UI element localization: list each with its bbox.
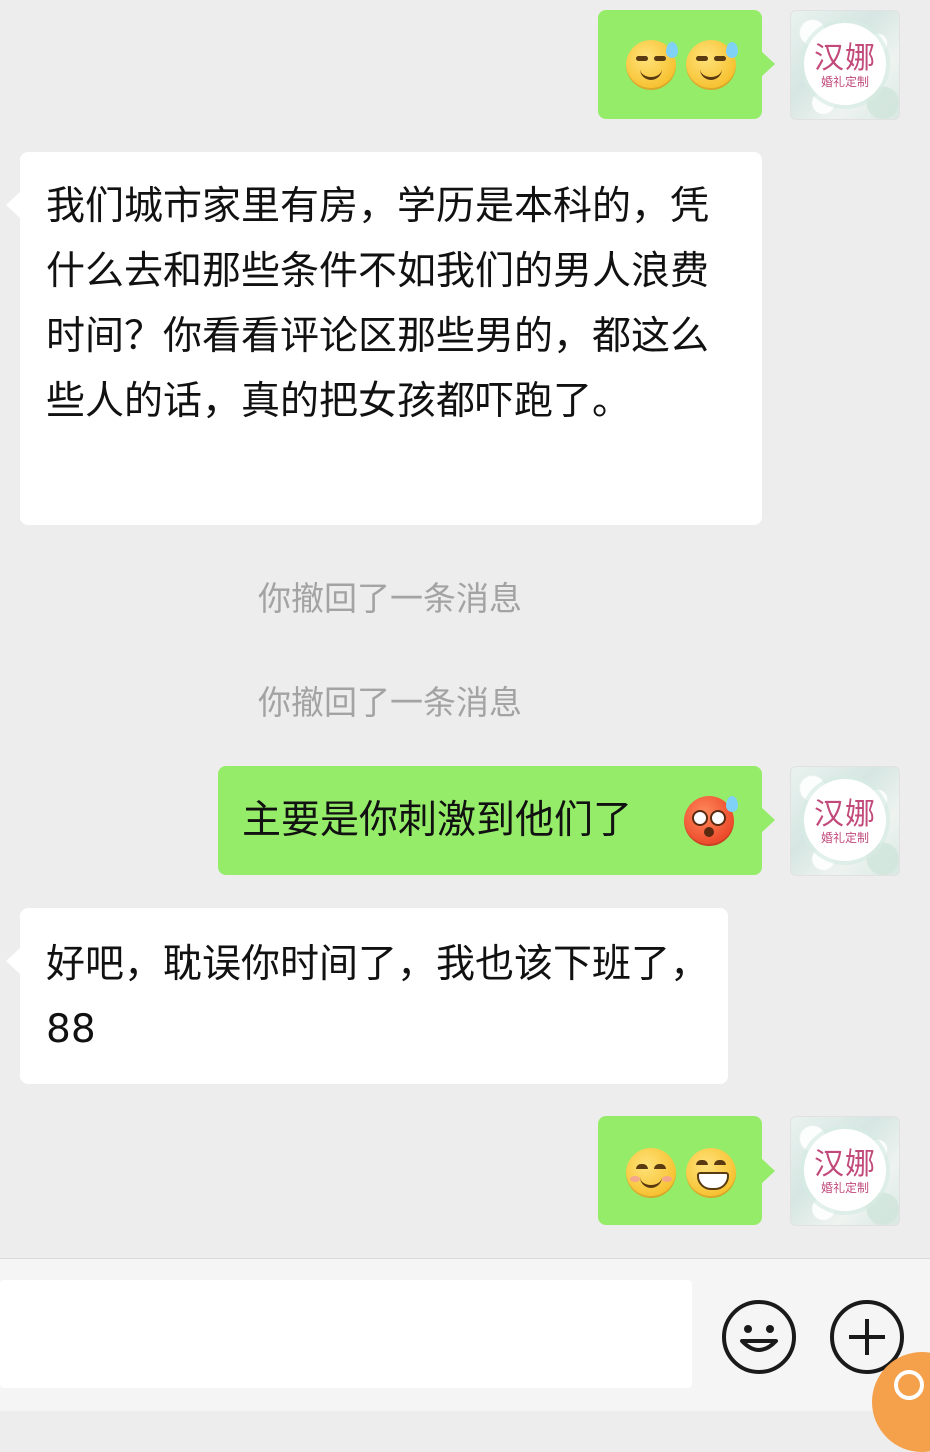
received-message-bubble[interactable]: 我们城市家里有房，学历是本科的，凭什么去和那些条件不如我们的男人浪费时间？你看看… bbox=[20, 152, 762, 525]
sent-message-bubble[interactable]: 主要是你刺激到他们了 bbox=[218, 766, 762, 875]
message-text: 我们城市家里有房，学历是本科的，凭什么去和那些条件不如我们的男人浪费时间？你看看… bbox=[46, 184, 710, 424]
message-text: 主要是你刺激到他们了 bbox=[242, 798, 633, 843]
sweat-smile-emoji-icon bbox=[626, 40, 678, 90]
grin-emoji-icon bbox=[686, 1148, 736, 1198]
message-input[interactable] bbox=[0, 1280, 692, 1388]
sent-message-bubble[interactable] bbox=[598, 10, 762, 119]
avatar-name: 汉娜 bbox=[814, 797, 876, 832]
recalled-message-notice: 你撤回了一条消息 bbox=[258, 579, 522, 618]
avatar-subtitle: 婚礼定制 bbox=[820, 1181, 869, 1195]
message-text: 好吧，耽误你时间了，我也该下班了，88 bbox=[46, 942, 710, 1052]
avatar[interactable]: 汉娜 婚礼定制 bbox=[790, 766, 900, 876]
recalled-message-notice: 你撤回了一条消息 bbox=[258, 683, 522, 722]
avatar-name: 汉娜 bbox=[814, 1147, 876, 1182]
avatar-name: 汉娜 bbox=[814, 41, 876, 76]
flushed-emoji-icon bbox=[684, 796, 738, 846]
emoji-button[interactable] bbox=[722, 1300, 796, 1374]
avatar[interactable]: 汉娜 婚礼定制 bbox=[790, 1116, 900, 1226]
plus-circle-icon bbox=[849, 1319, 885, 1355]
smile-emoji-icon bbox=[626, 1148, 676, 1198]
emoji-icon bbox=[740, 1325, 778, 1352]
avatar-subtitle: 婚礼定制 bbox=[820, 75, 869, 89]
sweat-smile-emoji-icon bbox=[686, 40, 738, 90]
avatar[interactable]: 汉娜 婚礼定制 bbox=[790, 10, 900, 120]
received-message-bubble[interactable]: 好吧，耽误你时间了，我也该下班了，88 bbox=[20, 908, 728, 1084]
sent-message-bubble[interactable] bbox=[598, 1116, 762, 1225]
avatar-subtitle: 婚礼定制 bbox=[820, 831, 869, 845]
